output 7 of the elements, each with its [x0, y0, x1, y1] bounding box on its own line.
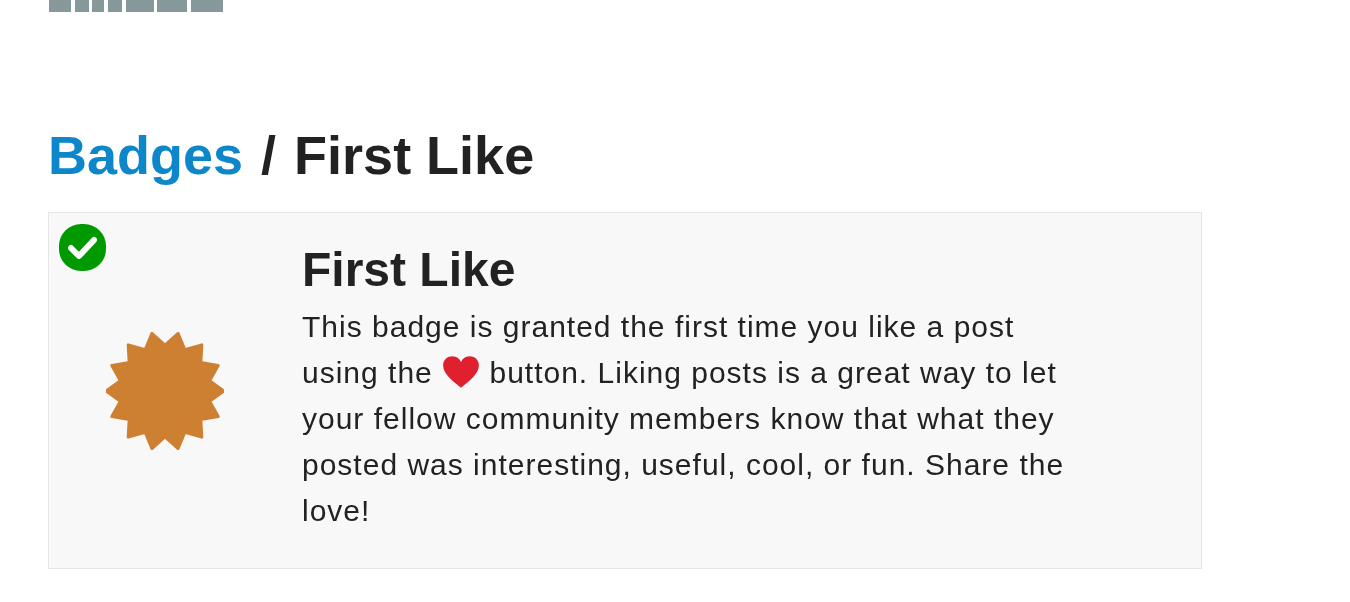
page-title: First Like	[294, 124, 535, 186]
badge-title: First Like	[302, 243, 517, 297]
heart-icon	[442, 355, 481, 389]
breadcrumb-separator: /	[261, 124, 277, 186]
badge-star-icon	[106, 331, 224, 450]
breadcrumb-link[interactable]: Badges	[48, 124, 244, 186]
badge-description: This badge is granted the first time you like a post using the button. Liking posts is a great way to let your fellow community members know that what they posted was interesting, useful, cool, or fun. Share the love!	[302, 309, 1066, 529]
